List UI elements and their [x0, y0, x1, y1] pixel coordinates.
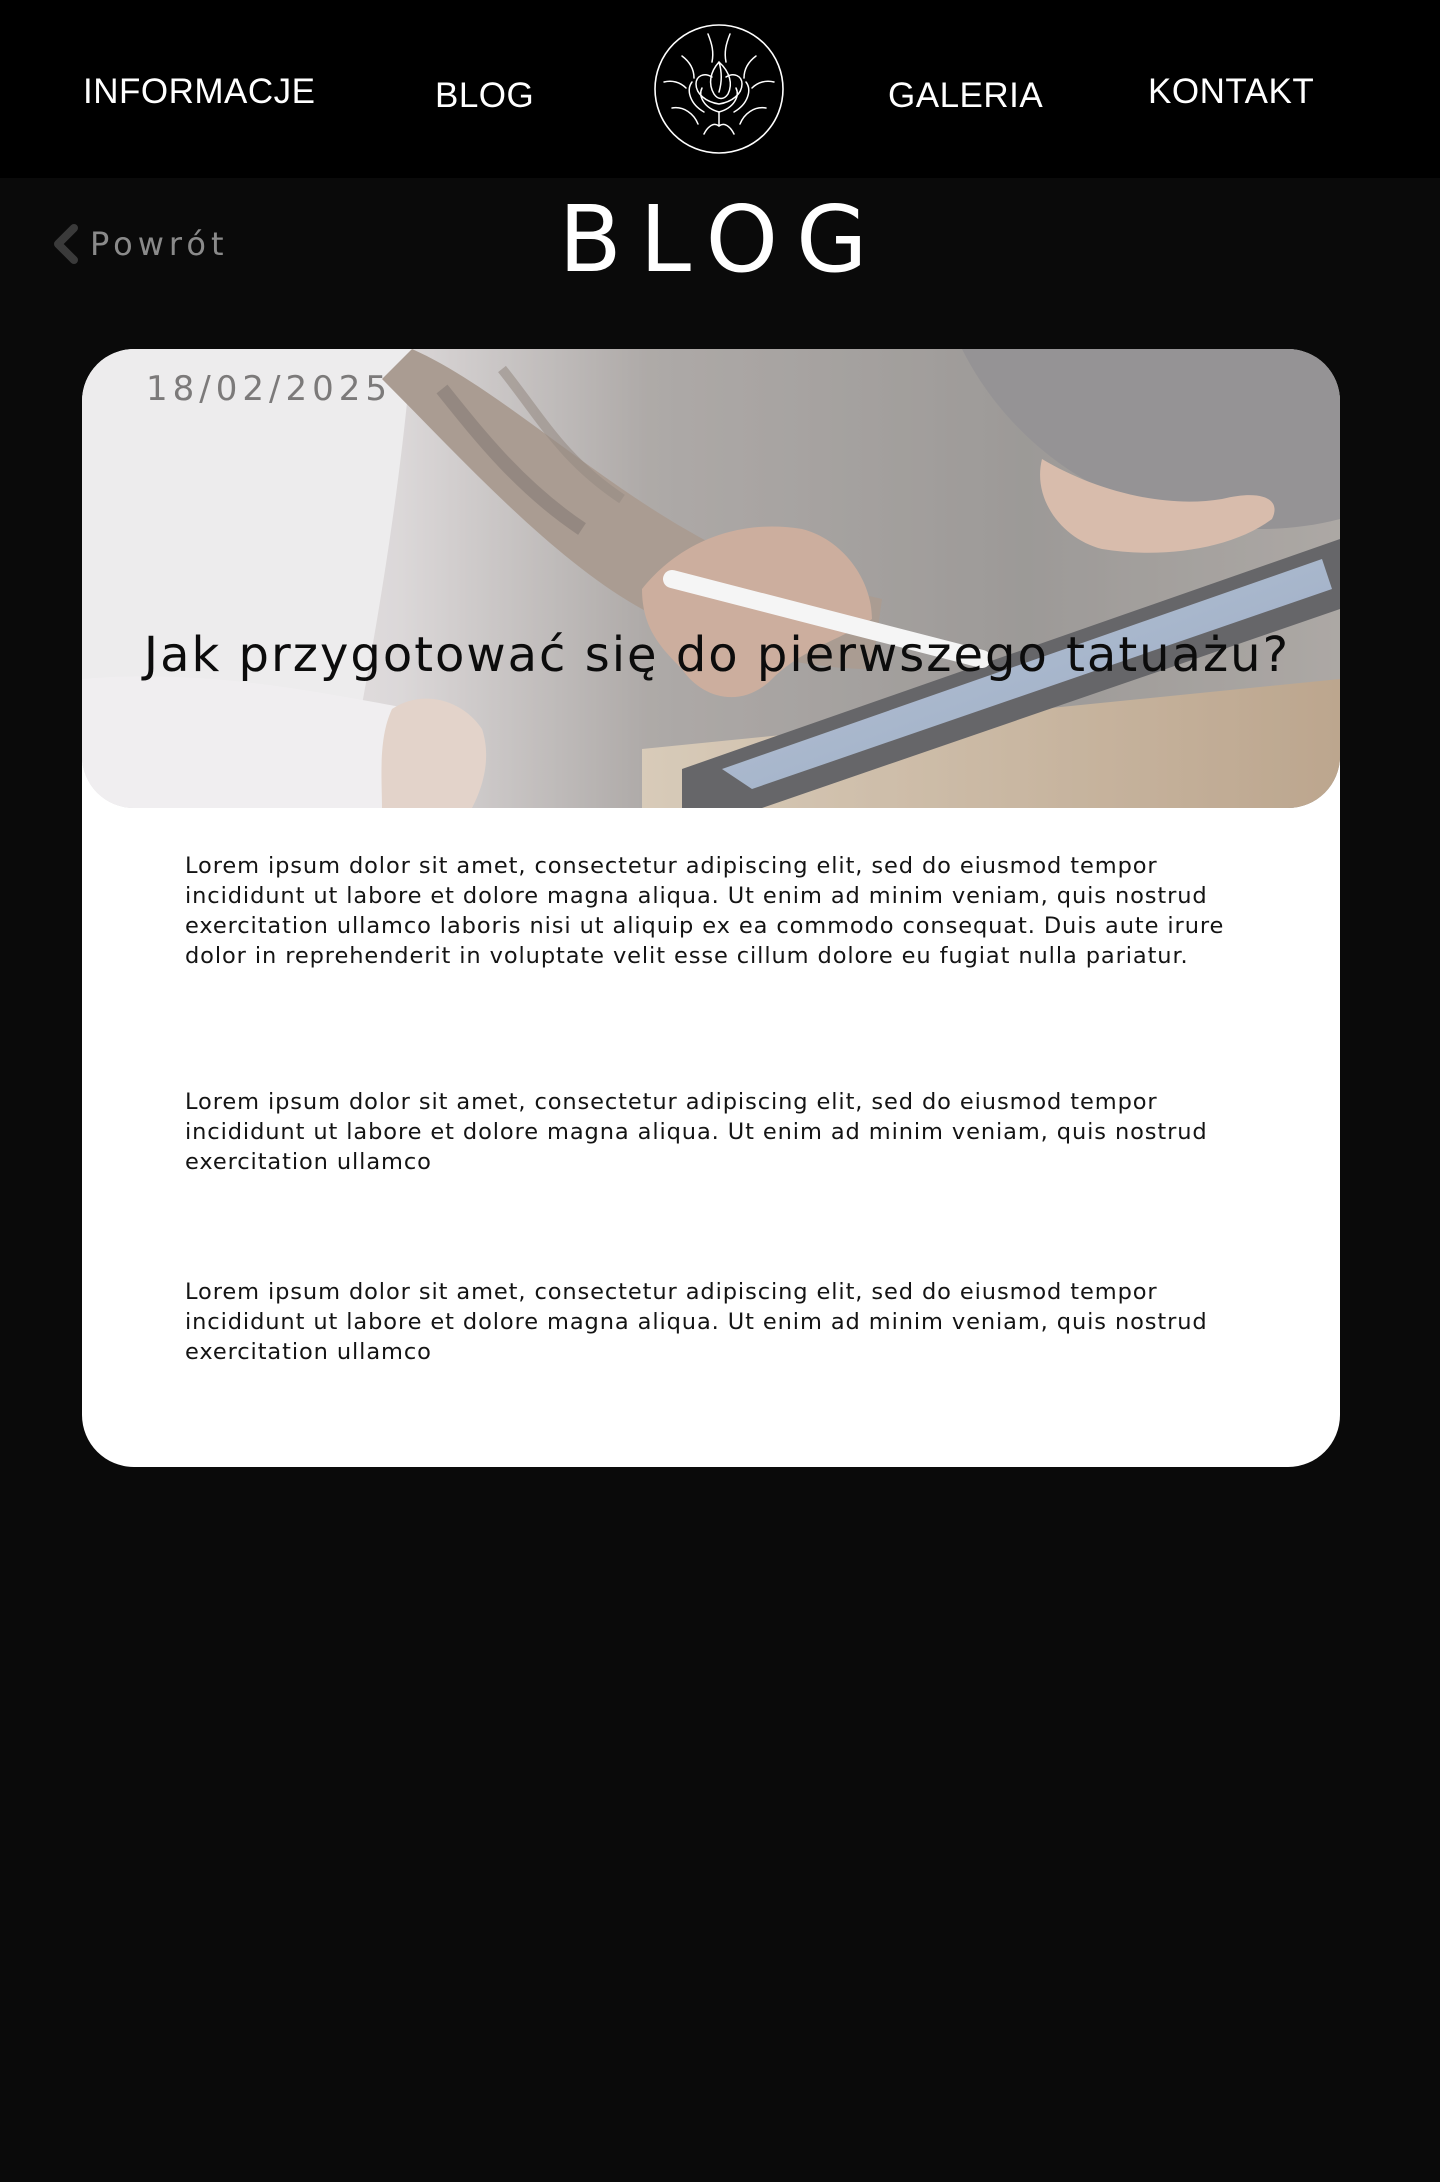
post-title: Jak przygotować się do pierwszego tatuaż… — [143, 627, 1291, 683]
post-paragraph: Lorem ipsum dolor sit amet, consectetur … — [185, 1089, 1208, 1175]
post-paragraph: Lorem ipsum dolor sit amet, consectetur … — [185, 1279, 1208, 1365]
hero-image — [82, 349, 1340, 808]
nav-link-informacje[interactable]: INFORMACJE — [83, 72, 316, 112]
blog-post-card: 18/02/2025 Jak przygotować się do pierws… — [82, 349, 1340, 1467]
post-paragraph: Lorem ipsum dolor sit amet, consectetur … — [185, 853, 1225, 969]
post-hero-banner: 18/02/2025 Jak przygotować się do pierws… — [82, 349, 1340, 808]
top-navigation-bar: INFORMACJE BLOG GALERIA KONTAKT — [0, 0, 1440, 178]
post-date: 18/02/2025 — [146, 369, 392, 409]
nav-link-blog[interactable]: BLOG — [435, 76, 534, 116]
page-title: BLOG — [558, 186, 886, 293]
nav-link-kontakt[interactable]: KONTAKT — [1148, 72, 1314, 112]
rose-emblem-icon[interactable] — [652, 22, 786, 156]
nav-link-galeria[interactable]: GALERIA — [888, 76, 1043, 116]
